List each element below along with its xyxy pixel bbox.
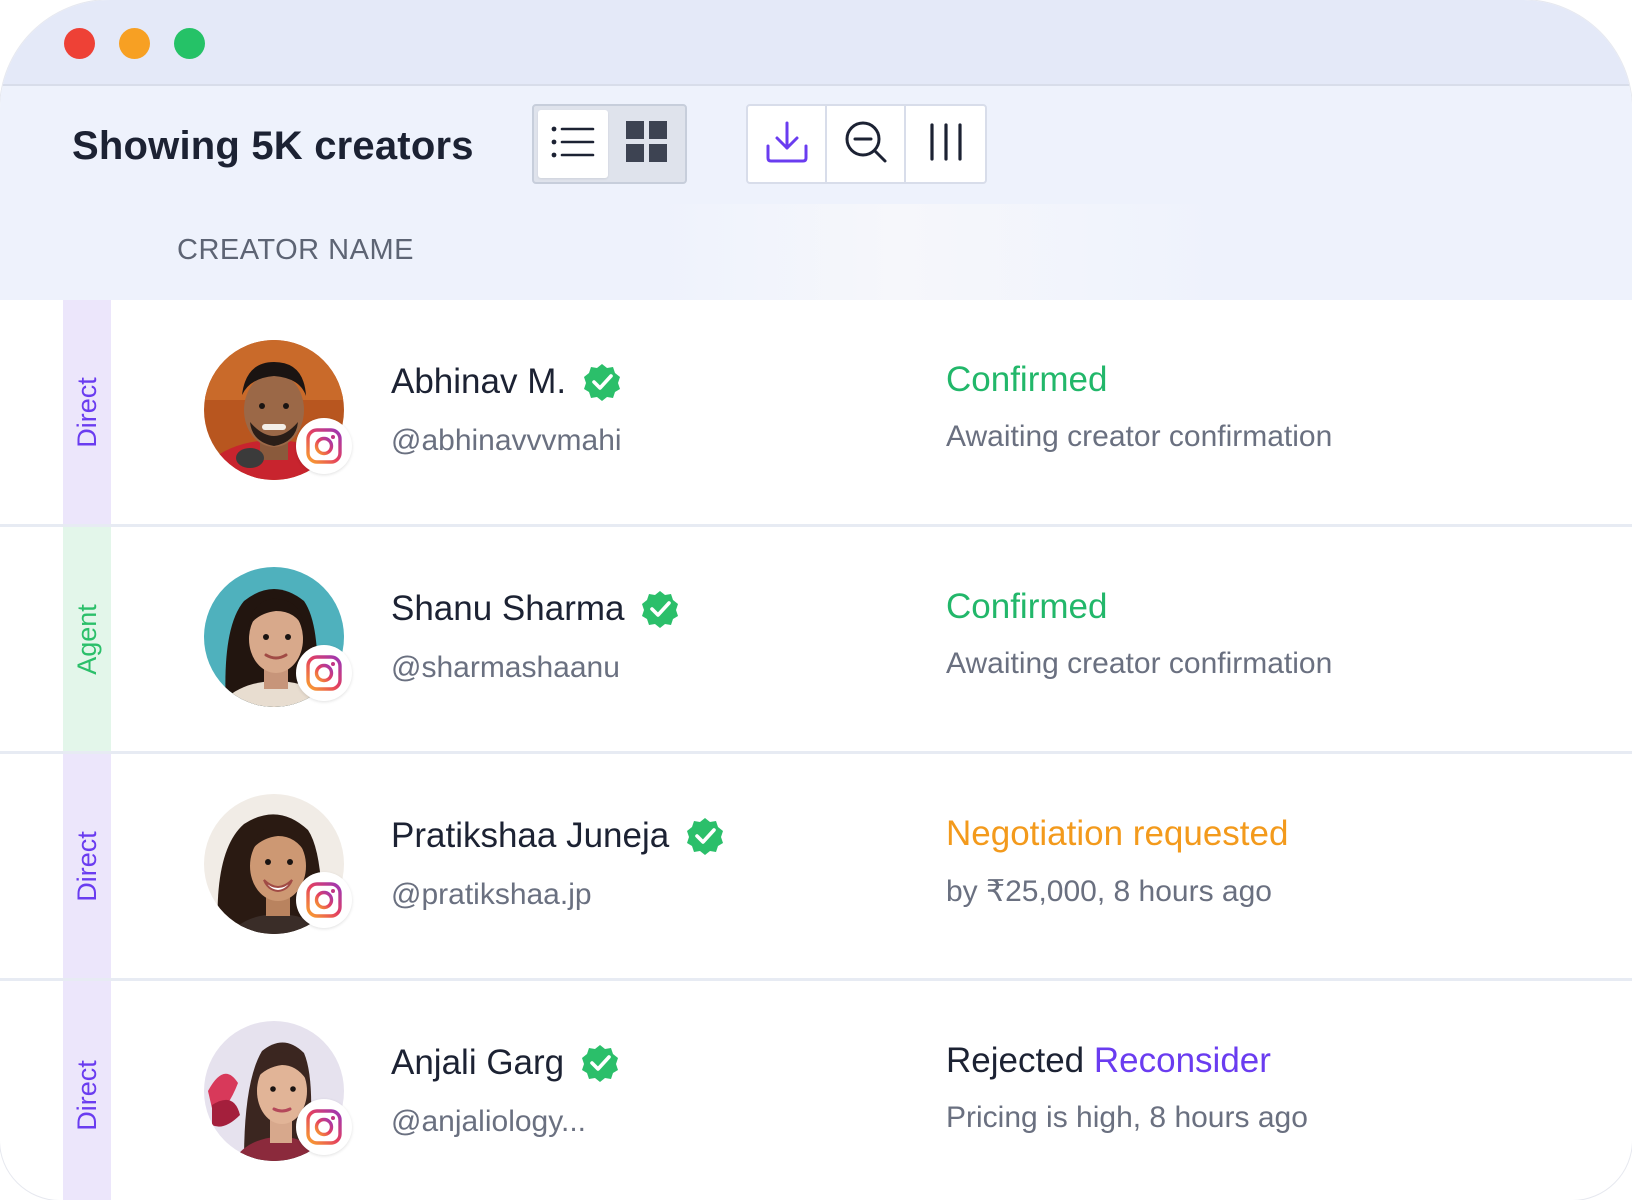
table-row[interactable]: Direct xyxy=(0,300,1632,527)
close-window-button[interactable] xyxy=(64,28,95,59)
source-tag: Direct xyxy=(63,300,111,524)
verified-badge-icon xyxy=(582,362,622,402)
instagram-icon xyxy=(296,1099,352,1155)
verified-badge-icon xyxy=(685,816,725,856)
status-detail: Awaiting creator confirmation xyxy=(946,647,1333,680)
instagram-icon xyxy=(296,645,352,701)
source-tag-label: Direct xyxy=(71,1059,102,1131)
download-icon xyxy=(765,120,809,169)
creator-handle: @sharmashaanu xyxy=(391,651,620,684)
list-view-button[interactable] xyxy=(538,110,608,178)
creator-name-text: Anjali Garg xyxy=(391,1043,565,1082)
creator-name-text: Pratikshaa Juneja xyxy=(391,816,670,855)
table-row[interactable]: Agent Shanu Sharma @sharmashaanu Confirm… xyxy=(0,527,1632,754)
source-tag: Direct xyxy=(63,754,111,978)
status-text: Negotiation requested xyxy=(946,814,1289,853)
columns-icon xyxy=(928,122,964,167)
instagram-icon xyxy=(296,418,352,474)
view-toggle xyxy=(532,104,687,184)
columns-button[interactable] xyxy=(906,106,985,182)
grid-view-button[interactable] xyxy=(612,110,682,178)
status-text: Rejected xyxy=(946,1041,1085,1080)
status-detail: Pricing is high, 8 hours ago xyxy=(946,1101,1308,1134)
grid-icon xyxy=(626,120,668,168)
table-header: CREATOR NAME xyxy=(0,204,1632,300)
status-detail: by ₹25,000, 8 hours ago xyxy=(946,875,1272,908)
status-label: Confirmed xyxy=(946,587,1107,627)
avatar[interactable] xyxy=(204,340,352,480)
status-detail: Awaiting creator confirmation xyxy=(946,420,1333,453)
instagram-icon xyxy=(296,872,352,928)
avatar[interactable] xyxy=(204,1021,352,1161)
source-tag-label: Agent xyxy=(71,603,102,675)
status-text: Confirmed xyxy=(946,360,1108,399)
reconsider-link[interactable]: Reconsider xyxy=(1094,1041,1271,1080)
page-title: Showing 5K creators xyxy=(72,124,474,168)
creator-name[interactable]: Shanu Sharma xyxy=(391,589,680,629)
creator-handle: @abhinavvvmahi xyxy=(391,424,622,457)
list-icon xyxy=(551,124,595,165)
avatar[interactable] xyxy=(204,794,352,934)
action-button-group xyxy=(746,104,987,184)
creator-handle: @anjaliology... xyxy=(391,1105,586,1138)
status-label: Negotiation requested xyxy=(946,814,1288,854)
creator-name[interactable]: Pratikshaa Juneja xyxy=(391,816,725,856)
source-tag: Agent xyxy=(63,527,111,751)
table-row[interactable]: Direct xyxy=(0,981,1632,1200)
creator-name-text: Abhinav M. xyxy=(391,362,567,401)
title-bar xyxy=(0,0,1632,84)
verified-badge-icon xyxy=(640,589,680,629)
status-text: Confirmed xyxy=(946,587,1108,626)
source-tag: Direct xyxy=(63,981,111,1200)
creator-list: Direct Abhinav M. @abhinavvvmahi Confirm… xyxy=(0,300,1632,1200)
download-button[interactable] xyxy=(748,106,827,182)
source-tag-label: Direct xyxy=(71,830,102,902)
status-label: Rejected Reconsider xyxy=(946,1041,1271,1081)
avatar[interactable] xyxy=(204,567,352,707)
creator-name[interactable]: Anjali Garg xyxy=(391,1043,620,1083)
source-tag-label: Direct xyxy=(71,376,102,448)
zoom-out-button[interactable] xyxy=(827,106,906,182)
app-window: Showing 5K creators CREATOR NAME Direct … xyxy=(0,0,1632,1200)
toolbar: Showing 5K creators xyxy=(0,84,1632,206)
zoom-out-icon xyxy=(844,120,888,169)
column-header-creator-name[interactable]: CREATOR NAME xyxy=(177,234,414,267)
minimize-window-button[interactable] xyxy=(119,28,150,59)
creator-name-text: Shanu Sharma xyxy=(391,589,625,628)
status-label: Confirmed xyxy=(946,360,1107,400)
verified-badge-icon xyxy=(580,1043,620,1083)
maximize-window-button[interactable] xyxy=(174,28,205,59)
table-row[interactable]: Direct xyxy=(0,754,1632,981)
creator-name[interactable]: Abhinav M. xyxy=(391,362,622,402)
creator-handle: @pratikshaa.jp xyxy=(391,878,592,911)
